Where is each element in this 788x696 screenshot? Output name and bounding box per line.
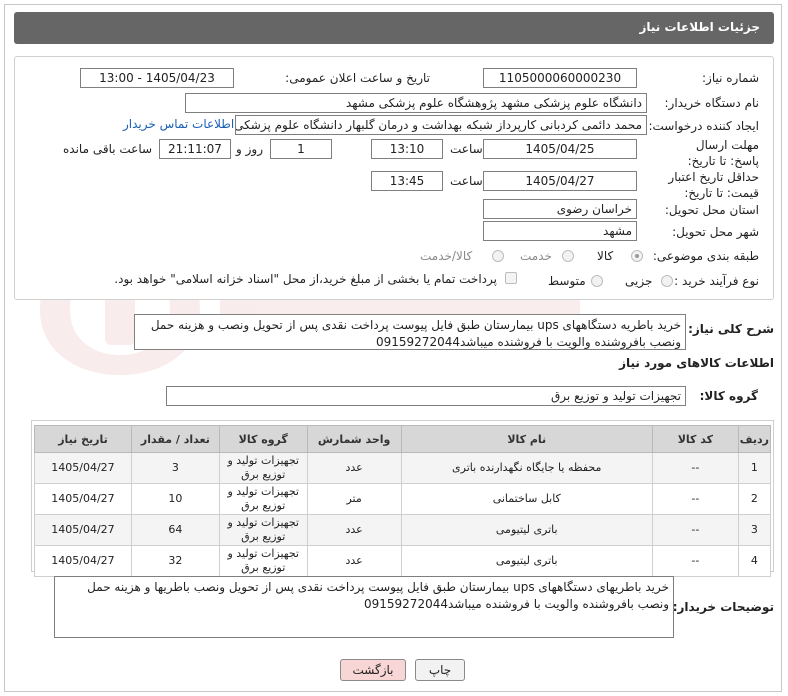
validity-date-field: 1405/04/27 (483, 171, 637, 191)
cell-goods-code: -- (651, 452, 739, 484)
table-header-row: ردیف کد کالا نام کالا واحد شمارش گروه کا… (34, 425, 772, 453)
reply-date-field: 1405/04/25 (483, 139, 637, 159)
col-header-row-number: ردیف (737, 425, 772, 453)
col-header-need-date: تاریخ نیاز (34, 425, 132, 453)
announce-datetime-label: تاریخ و ساعت اعلان عمومی: (285, 71, 430, 85)
category-radio-service[interactable] (562, 250, 574, 262)
cell-need-date: 1405/04/27 (34, 452, 132, 484)
buyer-org-field: دانشگاه علوم پزشکی مشهد پژوهشگاه علوم پز… (185, 93, 647, 113)
cell-quantity: 64 (130, 514, 220, 546)
cell-goods-code: -- (651, 514, 739, 546)
cell-goods-code: -- (651, 545, 739, 577)
need-details-panel: شماره نیاز: 1105000060000230 تاریخ و ساع… (14, 56, 774, 300)
back-button[interactable]: بازگشت (340, 659, 406, 681)
city-field: مشهد (483, 221, 637, 241)
cell-goods-group: تجهیزات تولید و توزیع برق (218, 545, 308, 577)
cell-unit: عدد (306, 545, 402, 577)
validity-time-field: 13:45 (371, 171, 443, 191)
col-header-unit: واحد شمارش (306, 425, 402, 453)
category-option-goods-service: کالا/خدمت (420, 249, 473, 263)
cell-quantity: 32 (130, 545, 220, 577)
requester-label: ایجاد کننده درخواست: (648, 119, 759, 133)
page-header: جزئیات اطلاعات نیاز (14, 12, 774, 44)
cell-need-date: 1405/04/27 (34, 483, 132, 515)
col-header-quantity: تعداد / مقدار (130, 425, 220, 453)
goods-table: ردیف کد کالا نام کالا واحد شمارش گروه کا… (34, 425, 772, 577)
summary-label: شرح کلی نیاز: (688, 322, 774, 336)
purchase-radio-medium[interactable] (591, 275, 603, 287)
table-row: 2 -- کابل ساختمانی متر تجهیزات تولید و ت… (34, 483, 772, 515)
purchase-option-medium: متوسط (548, 274, 586, 288)
reply-time-field: 13:10 (371, 139, 443, 159)
cell-row-number: 4 (737, 545, 772, 577)
buyer-org-label: نام دستگاه خریدار: (664, 96, 760, 110)
price-validity-label-text: حداقل تاریخ اعتبار قیمت: تا تاریخ: (668, 170, 759, 200)
requester-field: محمد دائمی کردبانی کارپرداز شبکه بهداشت … (235, 115, 647, 135)
purchase-option-minor: جزیی (625, 274, 653, 288)
goods-group-label: گروه کالا: (699, 389, 758, 403)
reply-deadline-label: مهلت ارسال پاسخ: تا تاریخ: (679, 137, 759, 169)
days-label: روز و (236, 142, 263, 156)
delivery-province-label: استان محل تحویل: (664, 203, 759, 217)
table-row: 4 -- باتری لیتیومی عدد تجهیزات تولید و ت… (34, 545, 772, 577)
cell-goods-group: تجهیزات تولید و توزیع برق (218, 483, 308, 515)
cell-goods-group: تجهیزات تولید و توزیع برق (218, 514, 308, 546)
cell-goods-code: -- (651, 483, 739, 515)
col-header-goods-group: گروه کالا (218, 425, 308, 453)
announce-datetime-field: 1405/04/23 - 13:00 (80, 68, 234, 88)
category-label: طبقه بندی موضوعی: (652, 249, 759, 263)
cell-quantity: 3 (130, 452, 220, 484)
cell-unit: عدد (306, 514, 402, 546)
cell-need-date: 1405/04/27 (34, 514, 132, 546)
table-row: 1 -- محفظه یا جایگاه نگهدارنده باتری عدد… (34, 452, 772, 484)
goods-info-heading: اطلاعات کالاهای مورد نیاز (619, 356, 774, 370)
reply-time-label: ساعت (450, 142, 483, 156)
category-option-goods: کالا (597, 249, 614, 263)
cell-unit: متر (306, 483, 402, 515)
buyer-contact-link[interactable]: اطلاعات تماس خریدار (123, 117, 234, 131)
cell-row-number: 2 (737, 483, 772, 515)
category-radio-goods-service[interactable] (492, 250, 504, 262)
treasury-payment-note: پرداخت تمام یا بخشی از مبلغ خرید،از محل … (114, 272, 497, 286)
goods-table-container: ردیف کد کالا نام کالا واحد شمارش گروه کا… (31, 420, 774, 577)
cell-goods-name: باتری لیتیومی (400, 545, 653, 577)
reply-deadline-label-text: مهلت ارسال پاسخ: تا تاریخ: (687, 138, 759, 168)
cell-goods-name: باتری لیتیومی (400, 514, 653, 546)
purchase-type-label: نوع فرآیند خرید : (674, 274, 759, 288)
buyer-notes-field: خرید باطریهای دستگاههای ups بیمارستان طب… (54, 576, 674, 638)
delivery-city-label: شهر محل تحویل: (672, 225, 759, 239)
cell-goods-name: محفظه یا جایگاه نگهدارنده باتری (400, 452, 653, 484)
validity-time-label: ساعت (450, 174, 483, 188)
remaining-label: ساعت باقی مانده (63, 142, 153, 156)
cell-quantity: 10 (130, 483, 220, 515)
days-field: 1 (270, 139, 332, 159)
province-field: خراسان رضوی (483, 199, 637, 219)
purchase-radio-minor[interactable] (661, 275, 673, 287)
goods-group-field: تجهیزات تولید و توزیع برق (166, 386, 686, 406)
col-header-goods-code: کد کالا (651, 425, 739, 453)
need-number-label: شماره نیاز: (702, 71, 759, 85)
cell-unit: عدد (306, 452, 402, 484)
buyer-notes-label: توضیحات خریدار: (672, 600, 774, 614)
category-option-service: خدمت (520, 249, 552, 263)
page-title: جزئیات اطلاعات نیاز (639, 20, 760, 34)
cell-goods-group: تجهیزات تولید و توزیع برق (218, 452, 308, 484)
category-radio-goods[interactable] (631, 250, 643, 262)
remaining-time-field: 21:11:07 (159, 139, 231, 159)
cell-need-date: 1405/04/27 (34, 545, 132, 577)
need-number-field: 1105000060000230 (483, 68, 637, 88)
summary-field: خرید باطریه دستگاههای ups بیمارستان طبق … (134, 314, 686, 350)
cell-row-number: 1 (737, 452, 772, 484)
price-validity-label: حداقل تاریخ اعتبار قیمت: تا تاریخ: (649, 169, 759, 201)
col-header-goods-name: نام کالا (400, 425, 653, 453)
treasury-payment-checkbox[interactable] (505, 272, 517, 284)
cell-goods-name: کابل ساختمانی (400, 483, 653, 515)
table-row: 3 -- باتری لیتیومی عدد تجهیزات تولید و ت… (34, 514, 772, 546)
cell-row-number: 3 (737, 514, 772, 546)
print-button[interactable]: چاپ (415, 659, 465, 681)
